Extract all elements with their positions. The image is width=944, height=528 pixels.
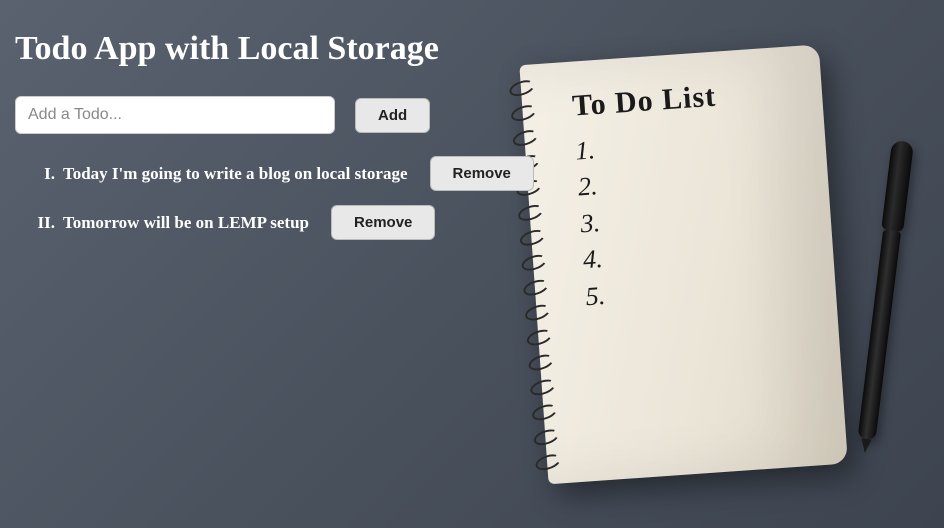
page-title: Todo App with Local Storage [15, 30, 929, 68]
todo-label: Today I'm going to write a blog on local… [63, 164, 408, 183]
list-item: I. Today I'm going to write a blog on lo… [33, 156, 929, 191]
todo-numeral: I. [33, 164, 55, 184]
list-item: II. Tomorrow will be on LEMP setup Remov… [33, 205, 929, 240]
add-todo-row: Add [15, 96, 929, 134]
todo-label: Tomorrow will be on LEMP setup [63, 213, 309, 232]
todo-text: I. Today I'm going to write a blog on lo… [33, 164, 408, 184]
add-button[interactable]: Add [355, 98, 430, 133]
remove-button[interactable]: Remove [430, 156, 534, 191]
todo-numeral: II. [33, 213, 55, 233]
todo-input[interactable] [15, 96, 335, 134]
remove-button[interactable]: Remove [331, 205, 435, 240]
todo-text: II. Tomorrow will be on LEMP setup [33, 213, 309, 233]
todo-list: I. Today I'm going to write a blog on lo… [15, 156, 929, 240]
